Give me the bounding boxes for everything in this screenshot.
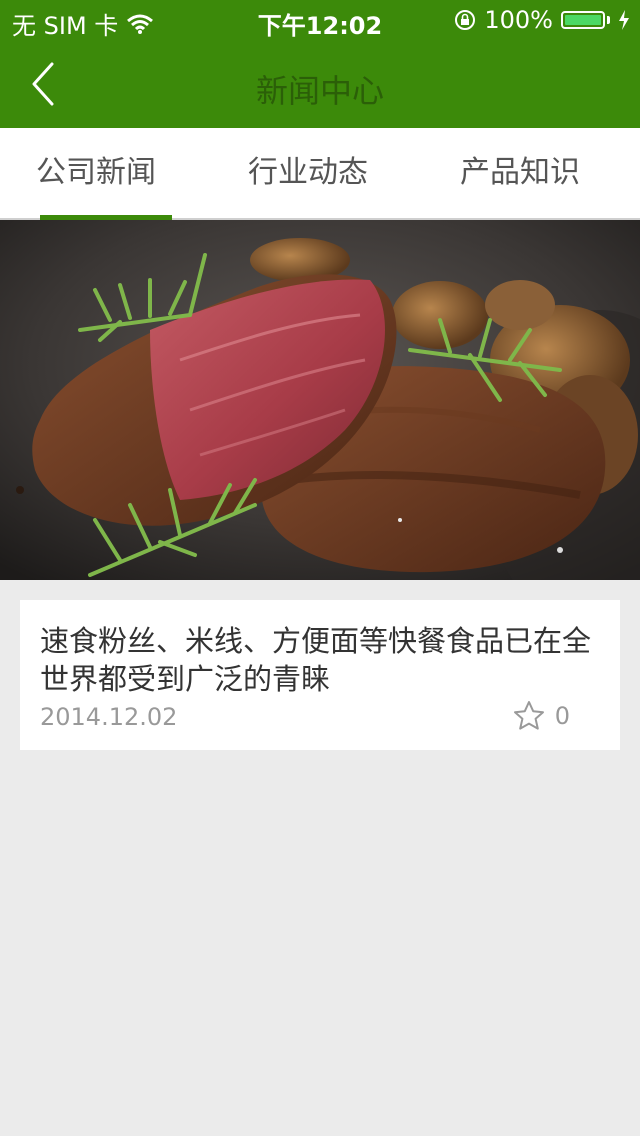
banner-image[interactable] [0,220,640,580]
tab-industry-news[interactable]: 行业动态 [232,128,384,218]
tab-product-knowledge[interactable]: 产品知识 [444,128,596,218]
news-card[interactable]: 速食粉丝、米线、方便面等快餐食品已在全世界都受到广泛的青睐 2014.12.02… [20,600,620,750]
rotation-lock-icon [455,10,476,30]
nav-bar: 新闻中心 [0,40,640,128]
status-bar: 无 SIM 卡 下午12:02 100% [0,0,640,40]
battery-icon [561,11,605,29]
news-title: 速食粉丝、米线、方便面等快餐食品已在全世界都受到广泛的青睐 [40,624,592,696]
steak-photo [0,220,640,580]
star-icon [513,701,544,730]
favorite-button[interactable]: 0 [513,700,570,732]
favorite-count: 0 [554,702,570,730]
tab-company-news[interactable]: 公司新闻 [20,128,172,218]
charging-icon [619,10,629,30]
page-title: 新闻中心 [255,72,384,110]
battery-percent: 100% [484,6,553,34]
status-right: 100% [454,6,630,34]
battery-tip [607,16,610,24]
tab-bar: 公司新闻 行业动态 产品知识 [0,128,640,220]
news-date: 2014.12.02 [40,703,178,731]
